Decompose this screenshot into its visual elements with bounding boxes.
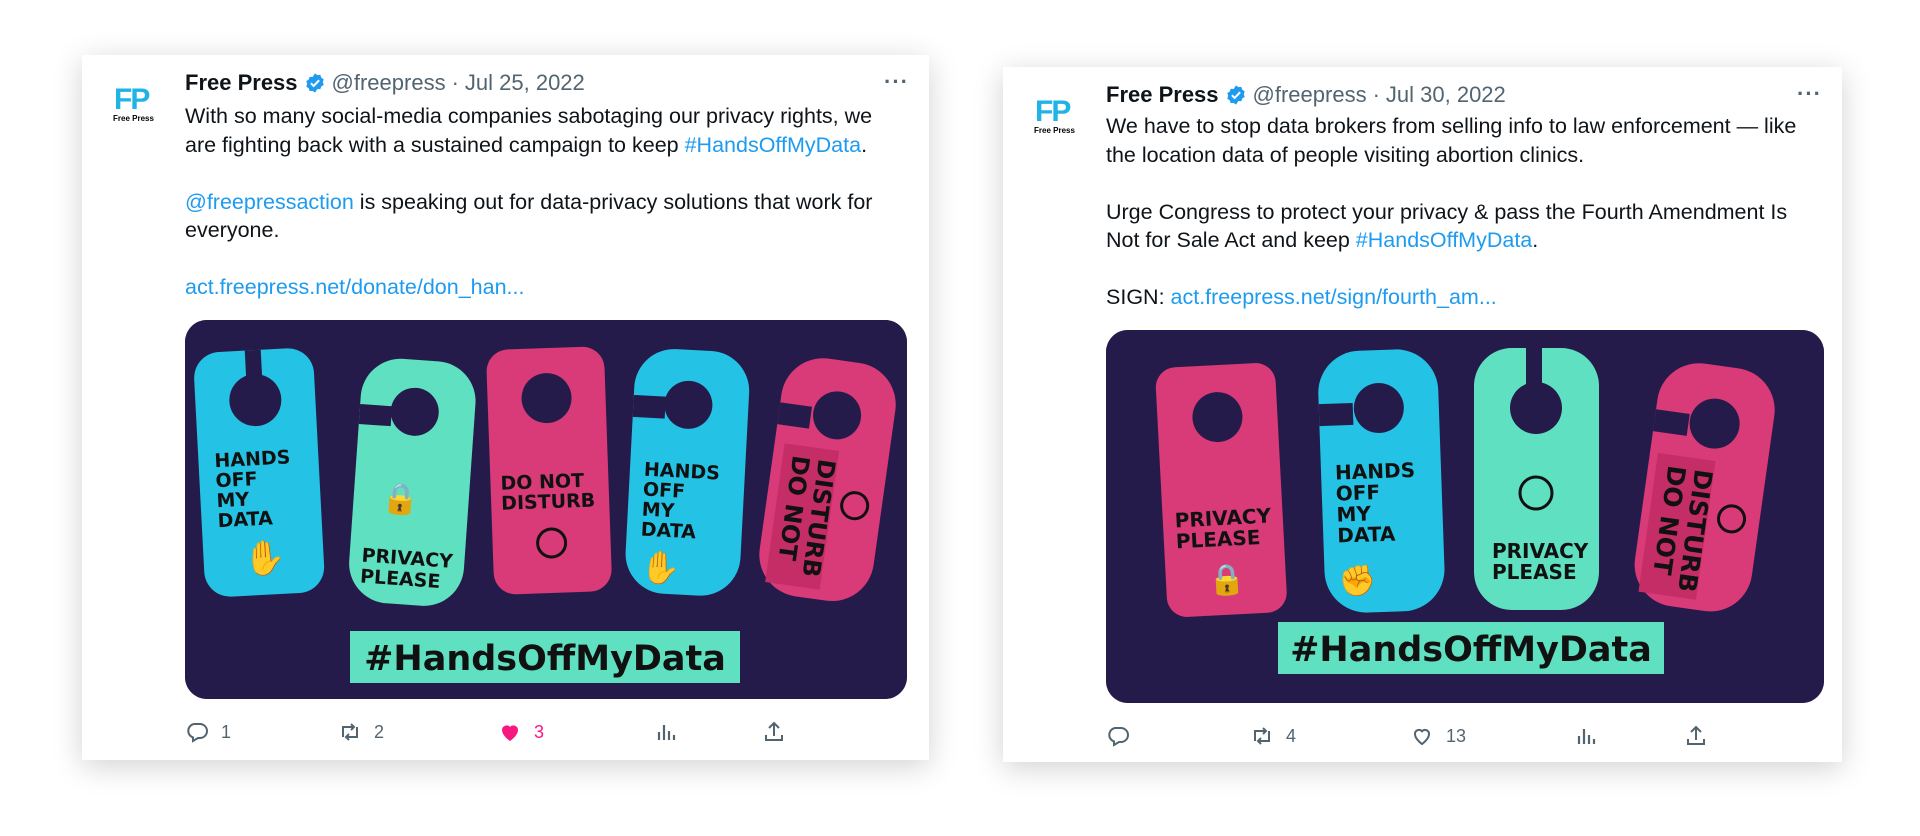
retweet-icon	[1254, 727, 1270, 745]
svg-text:PLEASE: PLEASE	[1492, 560, 1577, 584]
reply-button[interactable]	[1106, 724, 1142, 748]
retweet-button[interactable]: 2	[338, 720, 384, 744]
retweet-count: 2	[374, 721, 385, 742]
door-hanger-tag: PRIVACY PLEASE 🔒	[1155, 363, 1287, 617]
tweet-card[interactable]: FP Free Press Free Press @freepress · Ju…	[1003, 67, 1842, 762]
views-button[interactable]	[1574, 724, 1598, 748]
retweet-count: 4	[1286, 725, 1297, 746]
separator: ·	[1372, 82, 1380, 107]
tweet-actions: 4 13	[1106, 724, 1806, 754]
hashtag-link[interactable]: #HandsOffMyData	[685, 133, 861, 157]
retweet-icon	[342, 723, 358, 741]
heart-icon	[1413, 728, 1431, 746]
lock-icon: 🔒	[380, 482, 420, 518]
avatar[interactable]: FP Free Press	[1033, 95, 1087, 140]
door-hanger-illustration: HANDS OFF MY DATA ✋ 🔒 PRIVACY PLEASE DO …	[185, 320, 907, 699]
tweet-header: Free Press @freepress · Jul 30, 2022	[1106, 81, 1506, 109]
mention-link[interactable]: @freepressaction	[185, 190, 354, 214]
more-options-icon[interactable]: ···	[1797, 81, 1822, 107]
like-count: 13	[1446, 725, 1467, 746]
analytics-icon	[1577, 729, 1596, 744]
hand-icon: ✋	[243, 538, 287, 579]
author-handle[interactable]: @freepress	[332, 70, 446, 96]
hashtag-link[interactable]: #HandsOffMyData	[1356, 228, 1532, 252]
door-hanger-tag: HANDS OFF MY DATA ✋	[194, 348, 325, 597]
paragraph: We have to stop data brokers from sellin…	[1106, 114, 1797, 167]
reply-button[interactable]: 1	[185, 720, 231, 744]
verified-badge-icon	[305, 73, 324, 93]
tweet-date[interactable]: Jul 25, 2022	[465, 70, 585, 96]
share-icon	[765, 721, 783, 741]
door-hanger-illustration: PRIVACY PLEASE 🔒 HANDS OFF MY DATA ✊ PRI…	[1106, 330, 1824, 703]
logo-subtitle: Free Press	[1034, 126, 1075, 135]
reply-icon	[1108, 727, 1129, 747]
hand-icon: ✋	[640, 549, 682, 587]
lock-icon: 🔒	[1207, 563, 1246, 598]
reply-icon	[187, 723, 208, 743]
hashtag-banner-text: #HandsOffMyData	[364, 639, 726, 679]
tweet-image[interactable]: HANDS OFF MY DATA ✋ 🔒 PRIVACY PLEASE DO …	[185, 320, 907, 699]
paragraph: Urge Congress to protect your privacy & …	[1106, 199, 1788, 253]
hashtag-banner-text: #HandsOffMyData	[1290, 630, 1652, 670]
door-hanger-tag: HANDS OFF MY DATA ✊	[1318, 349, 1445, 613]
paragraph: @freepressaction is speaking out for dat…	[185, 189, 873, 243]
author-handle[interactable]: @freepress	[1253, 82, 1367, 108]
door-hanger-tag: PRIVACY PLEASE	[1474, 348, 1599, 610]
svg-text:PLEASE: PLEASE	[1175, 525, 1261, 553]
separator: ·	[451, 70, 459, 95]
door-hanger-tag: 🔒 PRIVACY PLEASE	[349, 358, 476, 606]
verified-badge-icon	[1226, 85, 1245, 105]
door-hanger-tag: HANDS OFF MY DATA ✋	[625, 349, 750, 596]
paragraph: SIGN: act.freepress.net/sign/fourth_am..…	[1106, 285, 1497, 309]
tweet-text: We have to stop data brokers from sellin…	[1106, 112, 1820, 312]
more-options-icon[interactable]: ···	[884, 69, 909, 95]
reply-count: 1	[221, 721, 232, 742]
url-link[interactable]: act.freepress.net/sign/fourth_am...	[1171, 285, 1497, 309]
free-press-logo: FP	[114, 83, 150, 116]
tweet-date[interactable]: Jul 30, 2022	[1386, 82, 1506, 108]
tweet-header: Free Press @freepress · Jul 25, 2022	[185, 69, 585, 97]
tweet-text: With so many social-media companies sabo…	[185, 102, 907, 302]
logo-subtitle: Free Press	[113, 114, 154, 123]
free-press-logo: FP	[1035, 95, 1071, 128]
share-button[interactable]	[1684, 724, 1708, 748]
like-count: 3	[534, 721, 545, 742]
paragraph: With so many social-media companies sabo…	[185, 104, 873, 157]
svg-text:DATA: DATA	[640, 519, 697, 544]
like-button[interactable]: 13	[1410, 724, 1466, 748]
svg-text:DISTURB: DISTURB	[501, 489, 596, 514]
tweet-actions: 1 2 3	[185, 720, 885, 750]
share-icon	[1687, 725, 1705, 745]
svg-text:DATA: DATA	[217, 507, 274, 532]
author-name[interactable]: Free Press	[1106, 82, 1219, 108]
heart-filled-icon	[502, 725, 518, 741]
author-name[interactable]: Free Press	[185, 70, 298, 96]
like-button[interactable]: 3	[498, 720, 544, 744]
analytics-icon	[657, 725, 676, 740]
paragraph: act.freepress.net/donate/don_han...	[185, 273, 907, 302]
avatar[interactable]: FP Free Press	[112, 83, 166, 128]
views-button[interactable]	[654, 720, 678, 744]
tweet-card[interactable]: FP Free Press Free Press @freepress · Ju…	[82, 55, 929, 760]
url-link[interactable]: act.freepress.net/donate/don_han...	[185, 275, 524, 299]
fist-icon: ✊	[1338, 563, 1377, 599]
retweet-button[interactable]: 4	[1250, 724, 1296, 748]
svg-text:DATA: DATA	[1337, 522, 1396, 548]
tweet-image[interactable]: PRIVACY PLEASE 🔒 HANDS OFF MY DATA ✊ PRI…	[1106, 330, 1824, 703]
door-hanger-tag: DO NOT DISTURB	[486, 346, 612, 595]
share-button[interactable]	[762, 720, 786, 744]
